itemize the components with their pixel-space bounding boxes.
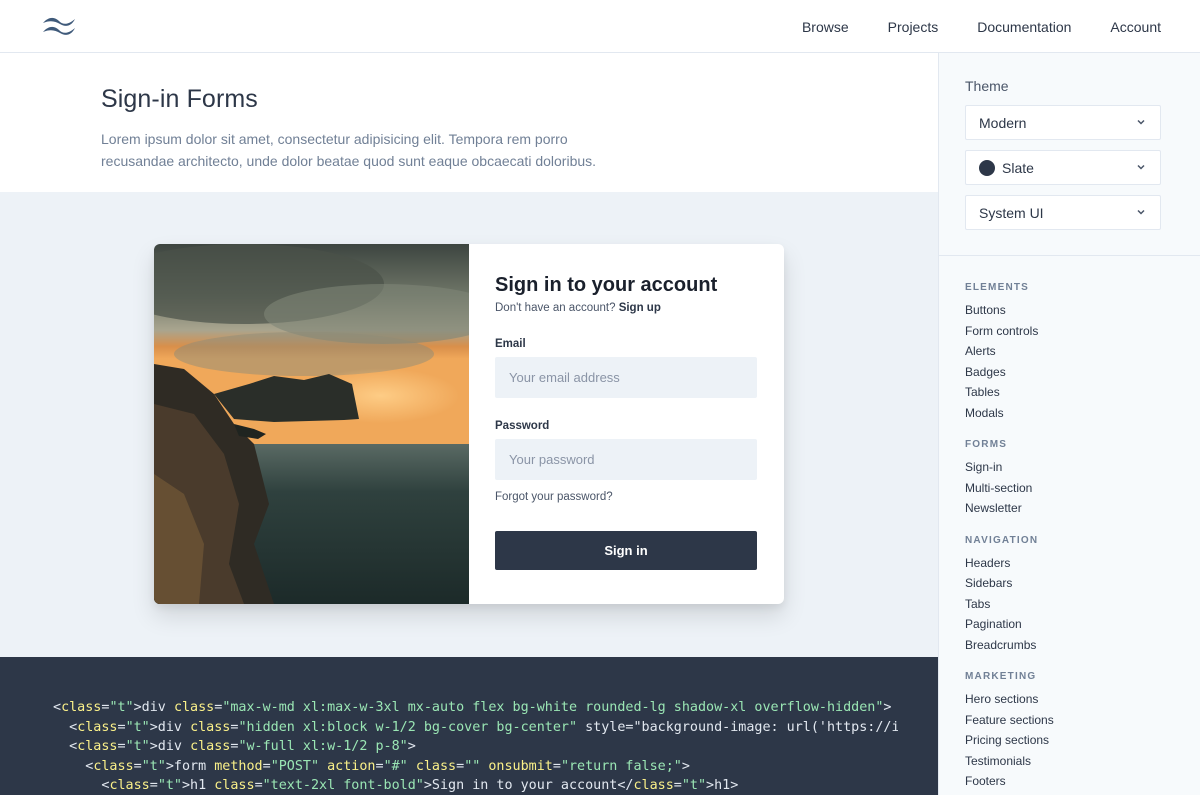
sidebar-item-feature-sections[interactable]: Feature sections (965, 710, 1174, 731)
right-sidebar: Theme Modern Slate System UI ELEMENTS But… (938, 53, 1200, 795)
code-line: <class="t">form method="POST" action="#"… (53, 758, 690, 774)
password-label: Password (495, 420, 550, 432)
sidebar-item-form-controls[interactable]: Form controls (965, 321, 1174, 342)
main-content: Sign-in Forms Lorem ipsum dolor sit amet… (0, 53, 938, 795)
page-description: Lorem ipsum dolor sit amet, consectetur … (101, 131, 597, 169)
code-line: <class="t">div class="max-w-md xl:max-w-… (53, 700, 892, 715)
chevron-down-icon (1137, 164, 1145, 170)
color-select[interactable]: Slate (965, 150, 1161, 185)
nav-account-link[interactable]: Account (1110, 19, 1161, 35)
sidebar-item-footers[interactable]: Footers (965, 771, 1174, 792)
sidebar-item-headers[interactable]: Headers (965, 553, 1174, 574)
style-select-value: Modern (979, 114, 1027, 131)
sidebar-item-sign-in[interactable]: Sign-in (965, 457, 1174, 478)
code-block: <class="t">div class="max-w-md xl:max-w-… (0, 657, 938, 795)
cliff-photo (154, 244, 469, 604)
email-field[interactable] (495, 357, 757, 398)
nav-group-elements: ELEMENTS Buttons Form controls Alerts Badges… (965, 282, 1174, 423)
nav-documentation-link[interactable]: Documentation (977, 19, 1071, 35)
sidebar-item-modals[interactable]: Modals (965, 403, 1174, 424)
code-line: <class="t">h1 class="text-2xl font-bold"… (53, 778, 739, 794)
password-field[interactable] (495, 439, 757, 480)
sidebar-item-buttons[interactable]: Buttons (965, 300, 1174, 321)
sidebar-item-pagination[interactable]: Pagination (965, 614, 1174, 635)
nav-browse-link[interactable]: Browse (802, 19, 849, 35)
sign-in-button[interactable]: Sign in (495, 531, 757, 570)
sidebar-item-hero-sections[interactable]: Hero sections (965, 689, 1174, 710)
nav-group-marketing: MARKETING Hero sections Feature sections Pr… (965, 671, 1174, 792)
sidebar-item-badges[interactable]: Badges (965, 362, 1174, 383)
sign-in-form: Sign in to your account Don't have an ac… (469, 244, 784, 604)
code-line: <class="t">div class="w-full xl:w-1/2 p-… (53, 739, 416, 755)
color-select-value: Slate (1002, 159, 1034, 176)
page-title: Sign-in Forms (101, 85, 258, 113)
code-line: <class="t">div class="hidden xl:block w-… (53, 719, 898, 735)
nav-projects-link[interactable]: Projects (888, 19, 939, 35)
form-title: Sign in to your account (495, 274, 718, 296)
sign-up-link[interactable]: Sign up (619, 302, 661, 314)
sidebar-item-sidebars[interactable]: Sidebars (965, 573, 1174, 594)
font-select[interactable]: System UI (965, 195, 1161, 230)
theme-label: Theme (965, 78, 1009, 94)
nav-group-title: MARKETING (965, 671, 1037, 682)
sidebar-item-tabs[interactable]: Tabs (965, 594, 1174, 615)
nav-group-title: NAVIGATION (965, 534, 1039, 546)
page-header: Sign-in Forms Lorem ipsum dolor sit amet… (0, 53, 938, 192)
email-label: Email (495, 338, 526, 350)
sidebar-item-newsletter[interactable]: Newsletter (965, 498, 1174, 519)
nav-group-title: ELEMENTS (965, 282, 1030, 293)
sidebar-item-pricing-sections[interactable]: Pricing sections (965, 730, 1174, 751)
sidebar-item-tables[interactable]: Tables (965, 382, 1174, 403)
font-select-value: System UI (979, 204, 1044, 221)
nav-group-title: FORMS (965, 439, 1008, 450)
component-preview: Sign in to your account Don't have an ac… (0, 192, 938, 657)
sidebar-item-testimonials[interactable]: Testimonials (965, 751, 1174, 772)
form-subtitle: Don't have an account? Sign up (495, 302, 758, 314)
sign-in-card: Sign in to your account Don't have an ac… (154, 244, 784, 604)
code-snippet: <class="t">div class="max-w-md xl:max-w-… (53, 698, 898, 795)
nav-group-forms: FORMS Sign-in Multi-section Newsletter (965, 439, 1174, 519)
sidebar-item-multi-section[interactable]: Multi-section (965, 478, 1174, 499)
theme-panel: Theme Modern Slate System UI (939, 53, 1200, 256)
color-swatch (979, 159, 995, 176)
component-nav: ELEMENTS Buttons Form controls Alerts Badges… (939, 256, 1200, 792)
style-select[interactable]: Modern (965, 105, 1161, 140)
no-account-text: Don't have an account? (495, 302, 616, 314)
nav-group-navigation: NAVIGATION Headers Sidebars Tabs Pagination B… (965, 535, 1174, 656)
nav-links: Browse Projects Documentation Account (802, 0, 1200, 53)
sidebar-item-breadcrumbs[interactable]: Breadcrumbs (965, 635, 1174, 656)
sidebar-item-alerts[interactable]: Alerts (965, 341, 1174, 362)
top-nav: Browse Projects Documentation Account (0, 0, 1200, 53)
chevron-down-icon (1137, 119, 1145, 125)
forgot-password-link[interactable]: Forgot your password? (495, 491, 758, 503)
logo-icon[interactable] (40, 14, 78, 38)
chevron-down-icon (1137, 209, 1145, 215)
